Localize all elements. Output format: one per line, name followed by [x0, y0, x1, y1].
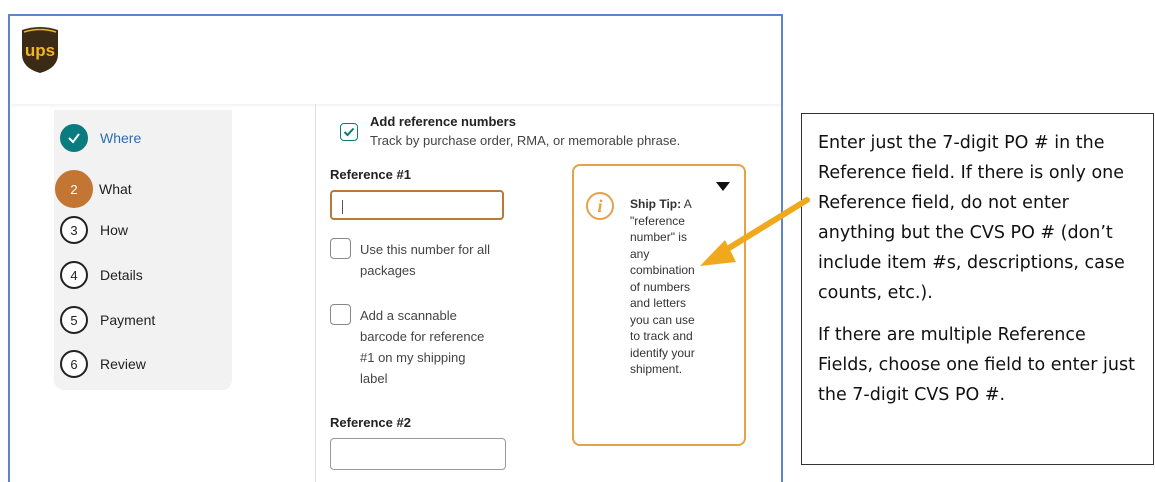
pointer-arrow [700, 197, 810, 266]
